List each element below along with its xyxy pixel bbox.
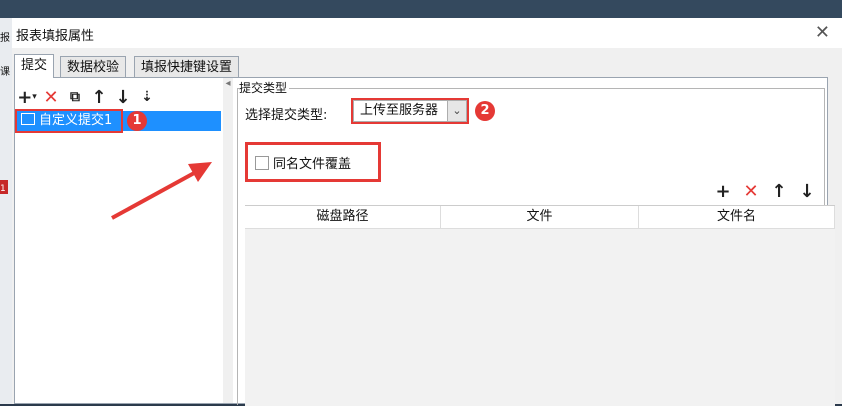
submit-list-panel: + ▾ ✕ ⧉ ↑ ↓ ⇣ 自定义提交1 1 (15, 78, 224, 403)
move-down-icon[interactable]: ↓ (793, 180, 821, 202)
left-toolbar: + ▾ ✕ ⧉ ↑ ↓ ⇣ (15, 86, 159, 108)
background-window-strip: 报 课 1 (0, 18, 12, 404)
close-icon[interactable]: ✕ (815, 22, 830, 43)
background-label: 报 (0, 33, 10, 44)
delete-icon[interactable]: ✕ (39, 86, 63, 108)
tab-submit[interactable]: 提交 (14, 54, 55, 78)
column-header-filename[interactable]: 文件名 (639, 206, 835, 228)
highlight-box (245, 142, 381, 182)
copy-icon[interactable]: ⧉ (63, 86, 87, 108)
background-badge: 1 (0, 180, 8, 194)
highlight-box (15, 109, 123, 133)
column-header-disk-path[interactable]: 磁盘路径 (245, 206, 441, 228)
move-up-icon[interactable]: ↑ (87, 86, 111, 108)
move-down-icon[interactable]: ↓ (111, 86, 135, 108)
file-toolbar: + ✕ ↑ ↓ (709, 180, 821, 202)
sort-icon[interactable]: ⇣ (135, 86, 159, 108)
splitter-handle[interactable]: ◂ (223, 78, 233, 403)
add-icon[interactable]: + (709, 180, 737, 202)
step-badge-1: 1 (127, 111, 147, 131)
submit-config-panel: 提交类型 选择提交类型: 上传至服务器 ⌄ 2 同名文件覆盖 + ✕ ↑ ↓ 磁… (233, 78, 835, 406)
title-bar: 报表填报属性 ✕ (12, 18, 842, 48)
delete-icon[interactable]: ✕ (737, 180, 765, 202)
background-label: 课 (0, 67, 10, 78)
top-window-bar (0, 0, 842, 18)
highlight-box (351, 98, 469, 124)
report-fill-properties-dialog: 报表填报属性 ✕ 提交 数据校验 填报快捷键设置 + ▾ ✕ ⧉ ↑ ↓ ⇣ 自定… (12, 18, 842, 406)
file-table: 磁盘路径 文件 文件名 (245, 205, 835, 406)
move-up-icon[interactable]: ↑ (765, 180, 793, 202)
tab-data-validation[interactable]: 数据校验 (60, 56, 127, 78)
column-header-file[interactable]: 文件 (441, 206, 639, 228)
select-type-label: 选择提交类型: (245, 108, 328, 123)
add-dropdown-icon[interactable]: + ▾ (15, 86, 39, 108)
group-label: 提交类型 (239, 79, 290, 96)
dialog-title: 报表填报属性 (16, 29, 95, 44)
step-badge-2: 2 (475, 101, 495, 121)
tab-shortcut-settings[interactable]: 填报快捷键设置 (134, 56, 240, 78)
table-header: 磁盘路径 文件 文件名 (245, 206, 835, 229)
tab-content: + ▾ ✕ ⧉ ↑ ↓ ⇣ 自定义提交1 1 ◂ 提交类型 选择提交类型: 上传至… (14, 77, 835, 406)
